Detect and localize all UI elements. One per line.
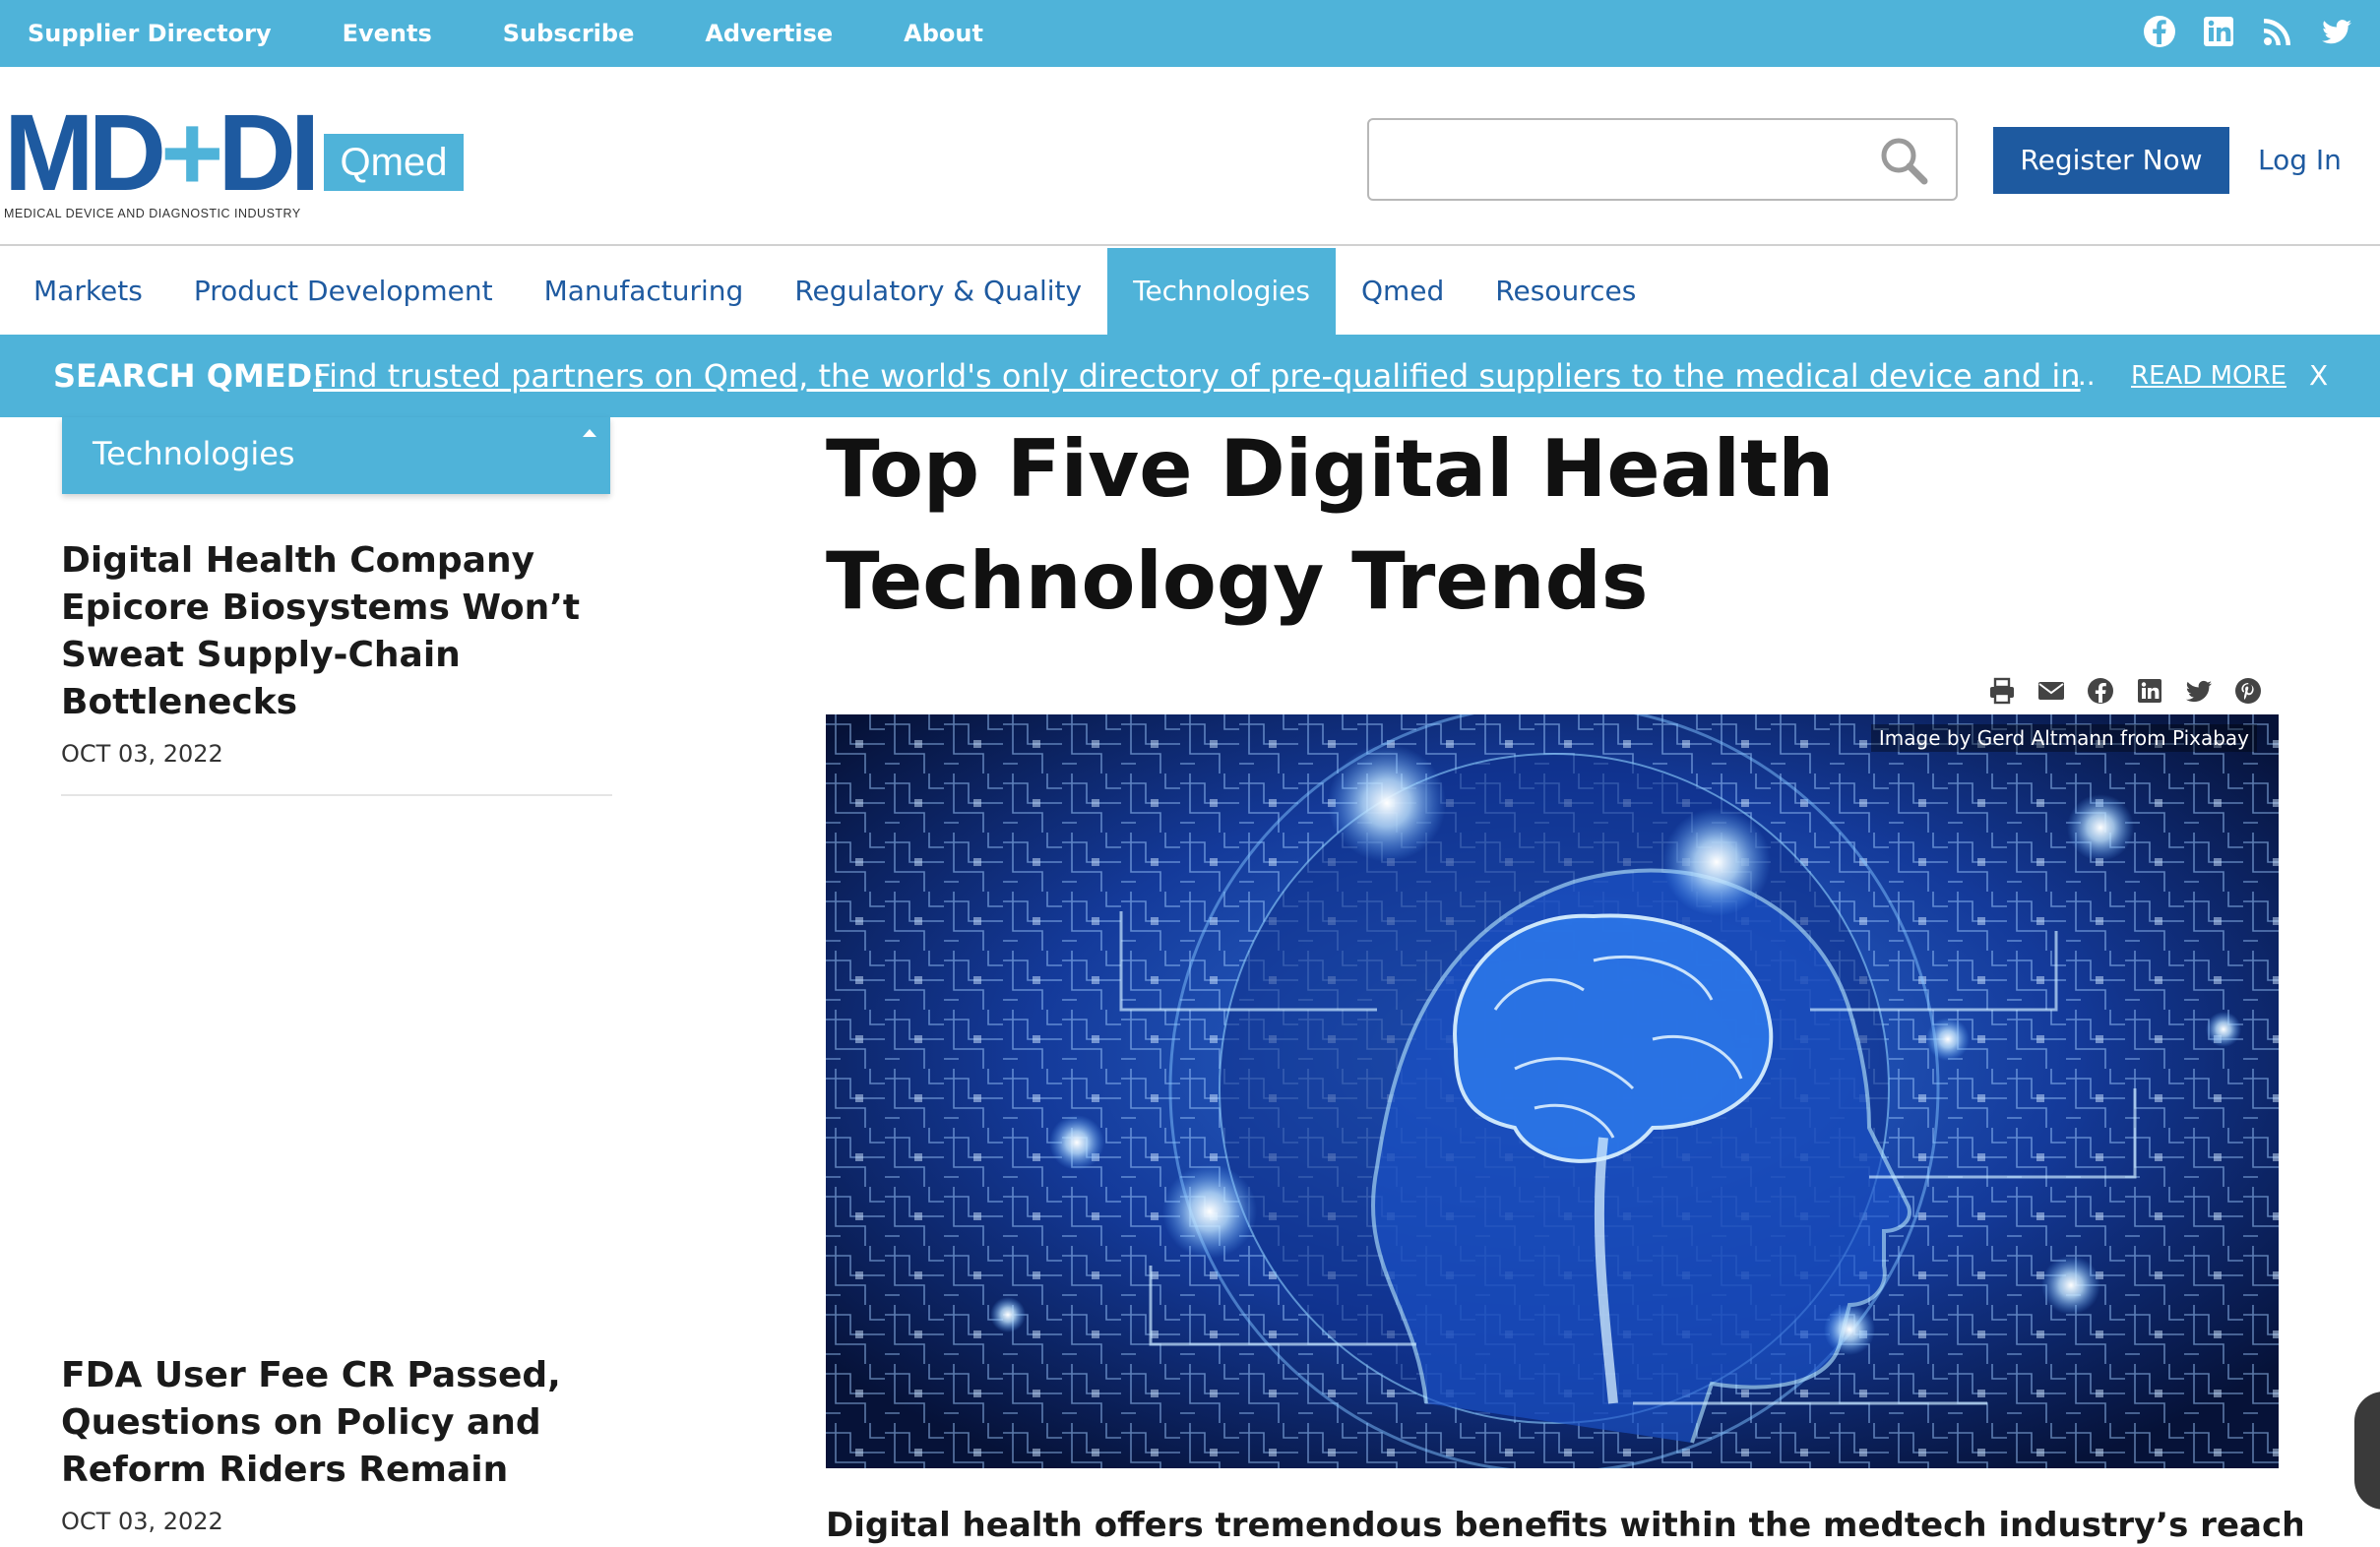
alert-ellipsis: ... xyxy=(2069,359,2096,392)
floating-widget-tab[interactable] xyxy=(2354,1392,2380,1510)
linkedin-icon[interactable] xyxy=(2134,675,2165,707)
search-input[interactable] xyxy=(1385,134,1857,185)
facebook-icon[interactable] xyxy=(2142,14,2177,49)
close-alert-button[interactable]: X xyxy=(2309,335,2328,417)
logo-qmed-badge: Qmed xyxy=(324,134,464,191)
nav-item-regulatory-quality[interactable]: Regulatory & Quality xyxy=(769,248,1107,335)
alert-label: SEARCH QMED: xyxy=(53,357,325,395)
sidebar-divider xyxy=(61,794,612,796)
utility-link-events[interactable]: Events xyxy=(343,20,432,47)
email-icon[interactable] xyxy=(2036,675,2067,707)
twitter-icon[interactable] xyxy=(2319,14,2354,49)
social-links xyxy=(2142,14,2354,49)
logo-wordmark: MD+DI xyxy=(4,93,320,214)
nav-item-product-development[interactable]: Product Development xyxy=(168,248,519,335)
utility-link-subscribe[interactable]: Subscribe xyxy=(503,20,635,47)
nav-item-manufacturing[interactable]: Manufacturing xyxy=(519,248,770,335)
sidebar-article-date: OCT 03, 2022 xyxy=(61,740,223,768)
sidebar-article-title[interactable]: Digital Health Company Epicore Biosystem… xyxy=(61,537,612,726)
pinterest-icon[interactable] xyxy=(2232,675,2264,707)
caret-up-icon xyxy=(583,429,596,437)
alert-link[interactable]: Find trusted partners on Qmed, the world… xyxy=(313,335,2085,417)
log-in-link[interactable]: Log In xyxy=(2258,127,2342,194)
site-logo[interactable]: MD+DI Qmed MEDICAL DEVICE AND DIAGNOSTIC… xyxy=(4,93,467,222)
sidebar-article[interactable]: Digital Health Company Epicore Biosystem… xyxy=(61,537,612,768)
rss-icon[interactable] xyxy=(2260,14,2295,49)
sidebar-section-dropdown[interactable]: Technologies xyxy=(62,417,610,494)
qmed-alert-banner: SEARCH QMED: Find trusted partners on Qm… xyxy=(0,335,2380,417)
sidebar-article[interactable]: FDA User Fee CR Passed, Questions on Pol… xyxy=(61,1352,612,1535)
utility-link-supplier-directory[interactable]: Supplier Directory xyxy=(28,20,272,47)
image-credit: Image by Gerd Altmann from Pixabay xyxy=(1870,724,2257,752)
sidebar-article-date: OCT 03, 2022 xyxy=(61,1508,223,1535)
nav-item-qmed[interactable]: Qmed xyxy=(1336,248,1470,335)
read-more-link[interactable]: READ MORE xyxy=(2131,335,2286,417)
twitter-icon[interactable] xyxy=(2183,675,2215,707)
utility-link-about[interactable]: About xyxy=(904,20,983,47)
sidebar-section-label: Technologies xyxy=(93,435,295,472)
utility-bar: Supplier Directory Events Subscribe Adve… xyxy=(0,0,2380,67)
nav-item-resources[interactable]: Resources xyxy=(1470,248,1661,335)
site-header: MD+DI Qmed MEDICAL DEVICE AND DIAGNOSTIC… xyxy=(0,67,2380,246)
search-icon[interactable] xyxy=(1877,134,1930,187)
logo-tagline: MEDICAL DEVICE AND DIAGNOSTIC INDUSTRY xyxy=(4,207,301,220)
search-box xyxy=(1367,118,1958,201)
article-title: Top Five Digital Health Technology Trend… xyxy=(826,423,1835,627)
print-icon[interactable] xyxy=(1986,675,2018,707)
utility-link-advertise[interactable]: Advertise xyxy=(705,20,833,47)
register-now-button[interactable]: Register Now xyxy=(1993,127,2229,194)
share-bar xyxy=(1986,675,2264,707)
facebook-icon[interactable] xyxy=(2085,675,2116,707)
main-nav: Markets Product Development Manufacturin… xyxy=(0,248,2380,335)
nav-item-markets[interactable]: Markets xyxy=(8,248,168,335)
sidebar-article-title[interactable]: FDA User Fee CR Passed, Questions on Pol… xyxy=(61,1352,612,1494)
linkedin-icon[interactable] xyxy=(2201,14,2236,49)
ai-brain-illustration xyxy=(826,714,2279,1468)
utility-nav: Supplier Directory Events Subscribe Adve… xyxy=(28,0,1054,67)
nav-item-technologies[interactable]: Technologies xyxy=(1107,248,1336,335)
article-lead: Digital health offers tremendous benefit… xyxy=(826,1506,2302,1545)
article-hero-image: Image by Gerd Altmann from Pixabay xyxy=(826,714,2279,1468)
